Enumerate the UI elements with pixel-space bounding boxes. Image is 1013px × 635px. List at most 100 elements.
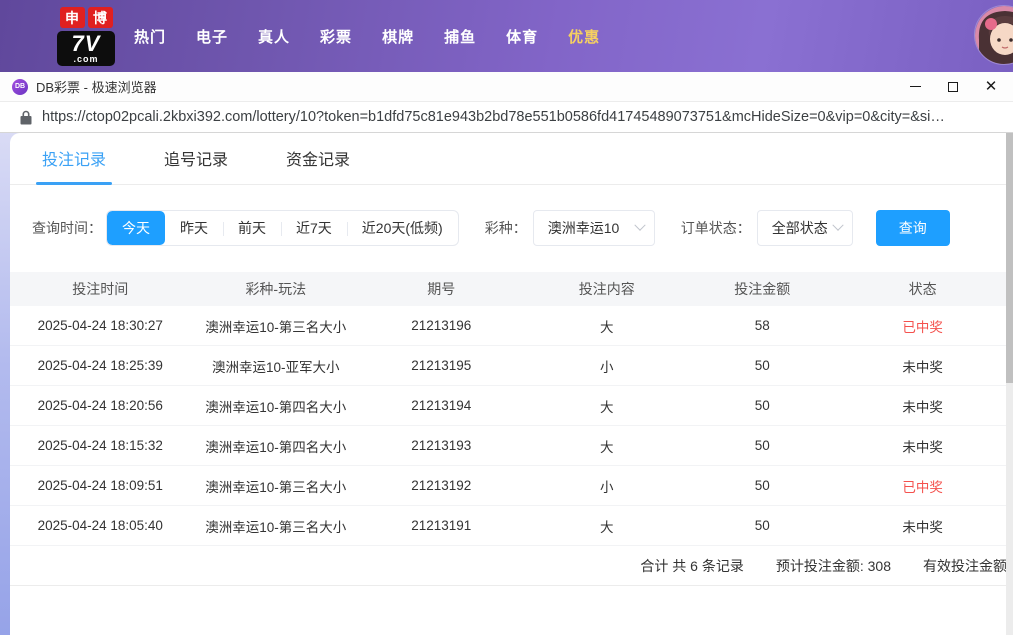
time-range-option[interactable]: 近20天(低频) <box>347 211 458 245</box>
close-button[interactable]: ✕ <box>983 79 999 95</box>
bet-records-table: 投注时间彩种-玩法期号投注内容投注金额状态 2025-04-24 18:30:2… <box>10 272 1013 586</box>
time-range-option[interactable]: 近7天 <box>281 211 347 245</box>
menu-item[interactable]: 棋牌 <box>382 26 414 47</box>
cell-issue-number: 21213191 <box>361 518 521 533</box>
time-range-group: 今天昨天前天近7天近20天(低频) <box>106 210 459 246</box>
cell-bet-amount: 50 <box>692 478 832 493</box>
cell-issue-number: 21213193 <box>361 438 521 453</box>
cell-game-play: 澳洲幸运10-第四名大小 <box>191 436 362 456</box>
cell-bet-amount: 50 <box>692 358 832 373</box>
table-header-cell: 状态 <box>832 279 1013 299</box>
status-badge: 未中奖 <box>832 516 1013 536</box>
cell-issue-number: 21213196 <box>361 318 521 333</box>
status-filter-label: 订单状态： <box>681 218 751 238</box>
table-row[interactable]: 2025-04-24 18:05:40 澳洲幸运10-第三名大小 2121319… <box>10 506 1013 546</box>
logo-main: 7V .com <box>57 31 115 66</box>
cell-game-play: 澳洲幸运10-亚军大小 <box>191 356 362 376</box>
address-bar[interactable]: https://ctop02pcali.2kbxi392.com/lottery… <box>0 101 1013 133</box>
site-logo[interactable]: 申 博 7V .com <box>57 7 115 65</box>
cell-bet-time: 2025-04-24 18:20:56 <box>10 398 191 413</box>
site-navbar: 申 博 7V .com 热门 电子 真人 彩票 棋牌 捕鱼 体育 优惠 <box>0 0 1013 72</box>
maximize-button[interactable] <box>945 79 961 95</box>
user-avatar[interactable] <box>974 5 1013 65</box>
record-tabs: 投注记录 追号记录 资金记录 <box>10 133 1013 185</box>
time-filter-label: 查询时间： <box>32 218 102 238</box>
cell-bet-amount: 50 <box>692 518 832 533</box>
menu-item[interactable]: 电子 <box>196 26 228 47</box>
cell-issue-number: 21213194 <box>361 398 521 413</box>
logo-com-text: .com <box>57 55 115 64</box>
vertical-scrollbar[interactable] <box>1006 133 1013 635</box>
table-row[interactable]: 2025-04-24 18:20:56 澳洲幸运10-第四名大小 2121319… <box>10 386 1013 426</box>
cell-bet-content: 小 <box>522 356 693 376</box>
menu-item[interactable]: 真人 <box>258 26 290 47</box>
lottery-filter-label: 彩种： <box>485 218 527 238</box>
cell-issue-number: 21213192 <box>361 478 521 493</box>
tab[interactable]: 资金记录 <box>280 146 356 184</box>
status-badge: 已中奖 <box>832 316 1013 336</box>
cell-bet-content: 大 <box>522 516 693 536</box>
cell-bet-time: 2025-04-24 18:15:32 <box>10 438 191 453</box>
window-controls: ✕ <box>907 79 1003 95</box>
minimize-icon <box>910 86 921 87</box>
tab[interactable]: 投注记录 <box>36 146 112 184</box>
time-range-option[interactable]: 今天 <box>107 211 165 245</box>
table-row[interactable]: 2025-04-24 18:15:32 澳洲幸运10-第四名大小 2121319… <box>10 426 1013 466</box>
page-background: 投注记录 追号记录 资金记录 查询时间： 今天昨天前天近7天近20天(低频) 彩种：… <box>0 133 1013 635</box>
cell-game-play: 澳洲幸运10-第四名大小 <box>191 396 362 416</box>
table-header-cell: 彩种-玩法 <box>191 279 362 299</box>
cell-bet-content: 大 <box>522 436 693 456</box>
menu-item[interactable]: 热门 <box>134 26 166 47</box>
tab[interactable]: 追号记录 <box>158 146 234 184</box>
time-range-option[interactable]: 前天 <box>223 211 281 245</box>
cell-bet-time: 2025-04-24 18:05:40 <box>10 518 191 533</box>
cell-bet-time: 2025-04-24 18:09:51 <box>10 478 191 493</box>
url-text[interactable]: https://ctop02pcali.2kbxi392.com/lottery… <box>42 109 945 125</box>
lock-icon <box>20 110 32 125</box>
time-range-option[interactable]: 昨天 <box>165 211 223 245</box>
maximize-icon <box>948 82 958 92</box>
table-body: 2025-04-24 18:30:27 澳洲幸运10-第三名大小 2121319… <box>10 306 1013 546</box>
cell-bet-amount: 50 <box>692 398 832 413</box>
table-header-cell: 投注内容 <box>522 279 693 299</box>
cell-game-play: 澳洲幸运10-第三名大小 <box>191 516 362 536</box>
close-icon: ✕ <box>985 79 998 94</box>
cell-bet-amount: 58 <box>692 318 832 333</box>
footer-total-count: 合计 共 6 条记录 <box>640 556 743 576</box>
cell-bet-amount: 50 <box>692 438 832 453</box>
filter-bar: 查询时间： 今天昨天前天近7天近20天(低频) 彩种： 澳洲幸运10 订单状态：… <box>10 210 1013 246</box>
table-row[interactable]: 2025-04-24 18:30:27 澳洲幸运10-第三名大小 2121319… <box>10 306 1013 346</box>
footer-valid-amount: 有效投注金额 <box>923 556 1007 576</box>
status-badge: 已中奖 <box>832 476 1013 496</box>
status-select-value: 全部状态 <box>772 218 828 238</box>
table-header-cell: 期号 <box>361 279 521 299</box>
table-header-cell: 投注金额 <box>692 279 832 299</box>
minimize-button[interactable] <box>907 79 923 95</box>
status-badge: 未中奖 <box>832 396 1013 416</box>
menu-item[interactable]: 体育 <box>506 26 538 47</box>
table-row[interactable]: 2025-04-24 18:09:51 澳洲幸运10-第三名大小 2121319… <box>10 466 1013 506</box>
table-header-row: 投注时间彩种-玩法期号投注内容投注金额状态 <box>10 272 1013 306</box>
table-row[interactable]: 2025-04-24 18:25:39 澳洲幸运10-亚军大小 21213195… <box>10 346 1013 386</box>
logo-badge-shen: 申 <box>60 7 85 28</box>
logo-badge-bo: 博 <box>88 7 113 28</box>
lottery-select[interactable]: 澳洲幸运10 <box>533 210 655 246</box>
status-badge: 未中奖 <box>832 436 1013 456</box>
lottery-select-value: 澳洲幸运10 <box>548 218 620 238</box>
cell-bet-content: 小 <box>522 476 693 496</box>
cell-issue-number: 21213195 <box>361 358 521 373</box>
main-menu: 热门 电子 真人 彩票 棋牌 捕鱼 体育 优惠 <box>134 26 600 47</box>
table-footer: 合计 共 6 条记录 预计投注金额: 308 有效投注金额 <box>10 546 1013 586</box>
menu-item[interactable]: 捕鱼 <box>444 26 476 47</box>
avatar-image <box>975 6 1013 65</box>
chevron-down-icon <box>634 220 645 231</box>
menu-item[interactable]: 彩票 <box>320 26 352 47</box>
cell-bet-time: 2025-04-24 18:30:27 <box>10 318 191 333</box>
browser-titlebar: DB DB彩票 - 极速浏览器 ✕ <box>0 72 1013 101</box>
order-status-select[interactable]: 全部状态 <box>757 210 853 246</box>
search-button[interactable]: 查询 <box>876 210 950 246</box>
menu-item[interactable]: 优惠 <box>568 26 600 47</box>
table-header-cell: 投注时间 <box>10 279 191 299</box>
logo-7v-text: 7V <box>57 33 115 55</box>
scrollbar-thumb[interactable] <box>1006 133 1013 383</box>
